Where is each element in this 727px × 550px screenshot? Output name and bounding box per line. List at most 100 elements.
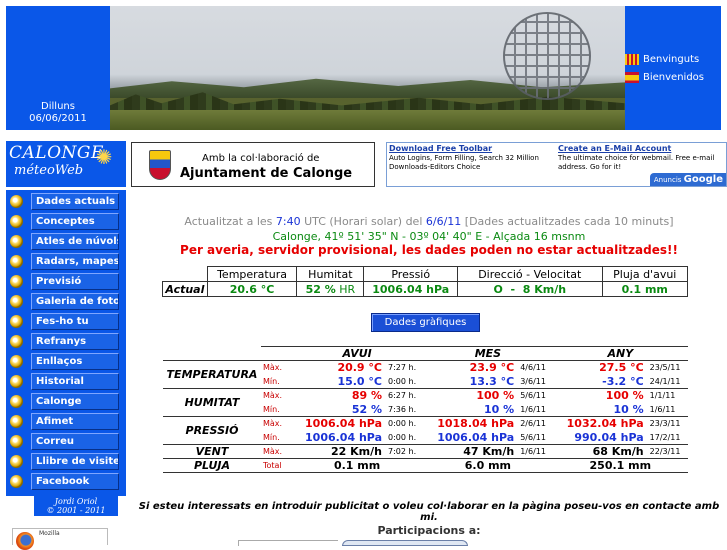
max-label: Màx. xyxy=(261,416,291,431)
participation-badge[interactable] xyxy=(342,540,468,546)
header-wind: Direcció - Velocitat xyxy=(457,266,603,282)
unit: °C xyxy=(368,374,382,388)
value: 1006.04 xyxy=(305,430,356,444)
metric-pressure: PRESSIÓ xyxy=(163,416,261,445)
graph-data-button[interactable]: Dades gràfiques xyxy=(371,313,480,332)
sidebar-item-conceptes: Conceptes xyxy=(6,212,126,231)
unit: °C xyxy=(500,361,515,375)
firefox-badge[interactable]: Mozilla xyxy=(12,528,108,550)
update-prefix: Actualitzat a les xyxy=(184,215,276,228)
ground-shape xyxy=(110,110,625,130)
nav-button[interactable]: Fes-ho tu xyxy=(31,313,119,330)
value: 52 xyxy=(351,402,368,416)
value: 1018.04 xyxy=(437,417,488,431)
nav-button[interactable]: Historial xyxy=(31,373,119,390)
ad-body: Auto Logins, Form Filling, Search 32 Mil… xyxy=(389,154,539,171)
sun-icon: ✺ xyxy=(95,145,113,169)
collab-text: Amb la col·laboració de xyxy=(202,153,320,164)
record-when: 23/3/11 xyxy=(645,416,688,431)
nav-button[interactable]: Conceptes xyxy=(31,213,119,230)
calonge-panorama-photo xyxy=(110,6,625,130)
nav-button[interactable]: Previsió xyxy=(31,273,119,290)
site-logo[interactable]: CALONGE méteoWeb ✺ xyxy=(6,141,126,187)
current-conditions-table: Temperatura Humitat Pressió Direcció - V… xyxy=(162,266,688,297)
participation-badge[interactable] xyxy=(238,540,338,546)
google-ads-label[interactable]: Anuncis Google xyxy=(650,173,726,186)
google-ads-box: Download Free Toolbar Auto Logins, Form … xyxy=(386,142,727,187)
sidebar-item-afimet: Afimet xyxy=(6,412,126,431)
nav-button[interactable]: Dades actuals xyxy=(31,193,119,210)
firefox-icon xyxy=(16,532,34,550)
header-humidity: Humitat xyxy=(296,266,365,282)
calonge-coat-of-arms-icon xyxy=(149,150,171,180)
table-row: TEMPERATURA Màx. 20.9 °C 7:27 h. 23.9 °C… xyxy=(163,361,688,381)
current-wind: O - 8 Km/h xyxy=(457,281,603,297)
nav-button[interactable]: Atles de núvols xyxy=(31,233,119,250)
bullet-icon xyxy=(10,195,23,208)
metric-rain: PLUJA xyxy=(163,458,261,473)
nav-button[interactable]: Refranys xyxy=(31,333,119,350)
weekday-label: Dilluns xyxy=(41,101,75,112)
sidebar-item-atles-nuvols: Atles de núvols xyxy=(6,232,126,251)
record-value: 52 % xyxy=(291,403,384,417)
nav-button[interactable]: Llibre de visites xyxy=(31,453,119,470)
nav-button[interactable]: Facebook xyxy=(31,473,119,490)
logo-subtitle: méteoWeb xyxy=(14,163,84,178)
unit: hPa xyxy=(491,430,515,444)
record-value: 10 % xyxy=(553,403,646,417)
nav-button[interactable]: Radars, mapes... xyxy=(31,253,119,270)
date-display: Dilluns 06/06/2011 xyxy=(6,101,110,125)
sidebar-item-enllacos: Enllaços xyxy=(6,352,126,371)
unit: % xyxy=(632,402,644,416)
bullet-icon xyxy=(10,395,23,408)
record-value: 47 Km/h xyxy=(423,444,517,459)
unit: hPa xyxy=(358,430,382,444)
unit: °C xyxy=(500,374,515,388)
ad-title-link[interactable]: Download Free Toolbar xyxy=(389,144,554,153)
record-when: 0:00 h. xyxy=(384,416,424,431)
max-label: Màx. xyxy=(261,388,291,403)
ad-body: The ultimate choice for webmail. Free e-… xyxy=(558,154,715,171)
value: 1032.04 xyxy=(566,417,617,431)
lang-spanish-link[interactable]: Bienvenidos xyxy=(625,68,721,86)
nav-button[interactable]: Enllaços xyxy=(31,353,119,370)
record-value: 23.9 °C xyxy=(423,361,516,375)
unit: °C xyxy=(368,361,382,375)
lang-catalan-link[interactable]: Benvinguts xyxy=(625,50,721,68)
nav-button[interactable]: Afimet xyxy=(31,413,119,430)
current-humidity: 52 % HR xyxy=(296,281,365,297)
collaboration-banner[interactable]: Amb la col·laboració de Ajuntament de Ca… xyxy=(131,142,375,187)
value: 13.3 xyxy=(469,374,497,388)
unit: % xyxy=(370,402,382,416)
empty-header xyxy=(261,346,291,361)
catalan-flag-icon xyxy=(625,53,639,65)
record-when: 1/6/11 xyxy=(516,444,553,459)
bullet-icon xyxy=(10,235,23,248)
ad-item[interactable]: Download Free Toolbar Auto Logins, Form … xyxy=(389,144,554,172)
header-rain: Pluja d'avui xyxy=(601,266,688,282)
lang-spanish-label: Bienvenidos xyxy=(643,71,704,83)
record-value: 10 % xyxy=(423,403,516,417)
record-when: 1/6/11 xyxy=(520,404,546,414)
sidebar-item-llibre-visites: Llibre de visites xyxy=(6,452,126,471)
bullet-icon xyxy=(10,415,23,428)
sidebar-nav: Dades actuals Conceptes Atles de núvols … xyxy=(6,190,126,496)
record-value: 990.04 hPa xyxy=(553,431,646,445)
ad-item[interactable]: Create an E-Mail Account The ultimate ch… xyxy=(558,144,723,172)
update-mid: UTC (Horari solar) del xyxy=(300,215,426,228)
nav-button[interactable]: Correu xyxy=(31,433,119,450)
ad-title-link[interactable]: Create an E-Mail Account xyxy=(558,144,723,153)
total-label: Total xyxy=(261,458,291,473)
unit: % xyxy=(503,389,515,403)
record-when: 7:02 h. xyxy=(384,444,424,459)
value: 1006.04 xyxy=(437,430,488,444)
record-value: 1006.04 hPa xyxy=(291,431,384,445)
period-year: ANY xyxy=(552,346,688,361)
nav-button[interactable]: Calonge xyxy=(31,393,119,410)
nav-button[interactable]: Galeria de fotos xyxy=(31,293,119,310)
record-when: 1/6/11 xyxy=(649,404,676,414)
bullet-icon xyxy=(10,215,23,228)
min-label: Mín. xyxy=(263,376,280,386)
value: 27.5 xyxy=(599,361,627,375)
bullet-icon xyxy=(10,295,23,308)
